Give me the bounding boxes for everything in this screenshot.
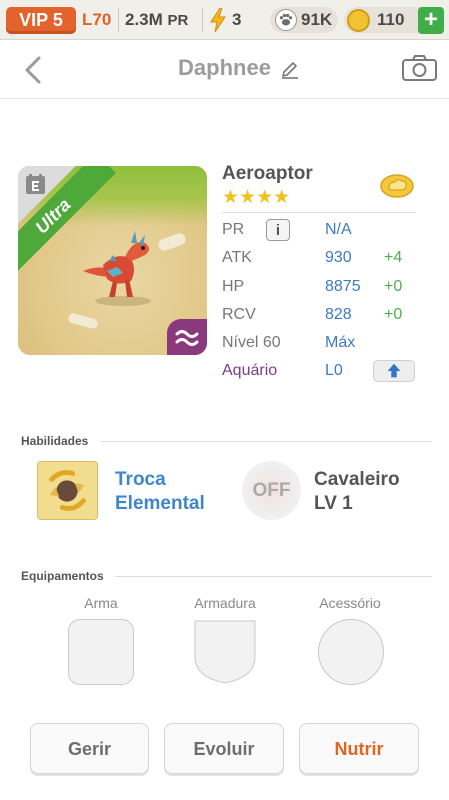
equipment-divider (115, 576, 432, 577)
dino-species-name: Aeroaptor (222, 163, 313, 184)
weapon-slot[interactable] (68, 619, 134, 685)
hp-label: HP (222, 278, 245, 295)
atk-bonus: +4 (384, 249, 403, 266)
player-level: L70 (82, 10, 112, 29)
arrow-up-icon (387, 363, 401, 378)
armor-label: Armadura (194, 595, 256, 611)
armor-slot[interactable] (193, 619, 257, 685)
add-coins-button[interactable]: + (418, 7, 444, 34)
feed-button[interactable]: Nutrir (299, 723, 419, 774)
skill2-line2: LV 1 (314, 493, 353, 514)
water-element-icon (167, 319, 207, 355)
status-bar: VIP 5 L70 2.3M PR 3 91K 110 + (0, 0, 449, 40)
skill1-line1: Troca (115, 469, 166, 490)
skill2-name[interactable]: Cavaleiro LV 1 (314, 468, 400, 516)
hp-bonus: +0 (384, 278, 403, 295)
dino-sprite (83, 231, 151, 306)
player-power: 2.3M PR (125, 10, 188, 31)
element-badge-icon (26, 174, 45, 194)
rcv-bonus: +0 (384, 306, 403, 323)
divider (118, 8, 119, 32)
evolve-button[interactable]: Evoluir (164, 723, 284, 774)
equipment-heading: Equipamentos (21, 569, 104, 583)
edit-pencil-icon[interactable] (280, 59, 300, 79)
accessory-label: Acessório (319, 595, 381, 611)
lightning-icon (210, 8, 226, 32)
skill1-name[interactable]: Troca Elemental (115, 468, 205, 516)
hp-value: 8875 (325, 278, 361, 295)
accessory-slot[interactable] (318, 619, 384, 685)
coin-icon (347, 9, 370, 32)
paw-count: 91K (301, 10, 333, 29)
rock-decoration (67, 312, 99, 330)
dino-nickname: Daphnee (178, 55, 271, 80)
vip-badge[interactable]: VIP 5 (6, 7, 76, 34)
skills-divider (101, 441, 432, 442)
dino-portrait[interactable]: Ultra (18, 166, 207, 355)
rcv-label: RCV (222, 306, 256, 323)
skill2-line1: Cavaleiro (314, 469, 400, 490)
pr-label: PR (222, 221, 245, 238)
atk-value: 930 (325, 249, 352, 266)
skill1-line2: Elemental (115, 493, 205, 514)
camera-icon[interactable] (401, 54, 438, 82)
page-title: Daphnee (0, 55, 449, 81)
divider (202, 8, 203, 32)
paw-icon (275, 9, 297, 31)
aquario-value: L0 (325, 362, 343, 379)
power-unit: PR (167, 12, 189, 29)
manage-button[interactable]: Gerir (30, 723, 149, 774)
pr-value: N/A (325, 221, 352, 238)
aquario-upgrade-button[interactable] (373, 360, 415, 382)
elemental-swap-icon[interactable] (37, 461, 98, 520)
skills-heading: Habilidades (21, 434, 89, 448)
level-label: Nível 60 (222, 334, 281, 351)
star-rating: ★★★★ (222, 187, 291, 208)
knight-skill-off-icon[interactable]: OFF (242, 461, 301, 520)
coin-count: 110 (377, 10, 405, 29)
level-value: Máx (325, 334, 356, 351)
rcv-value: 828 (325, 306, 352, 323)
power-value: 2.3M (125, 10, 163, 29)
pr-info-button[interactable]: i (266, 219, 290, 241)
atk-label: ATK (222, 249, 252, 266)
weapon-label: Arma (84, 595, 118, 611)
stats-divider (222, 212, 416, 213)
header-divider (0, 98, 449, 99)
aquario-label: Aquário (222, 362, 278, 379)
energy-count: 3 (232, 10, 242, 29)
cloud-coin-icon[interactable] (379, 170, 415, 200)
